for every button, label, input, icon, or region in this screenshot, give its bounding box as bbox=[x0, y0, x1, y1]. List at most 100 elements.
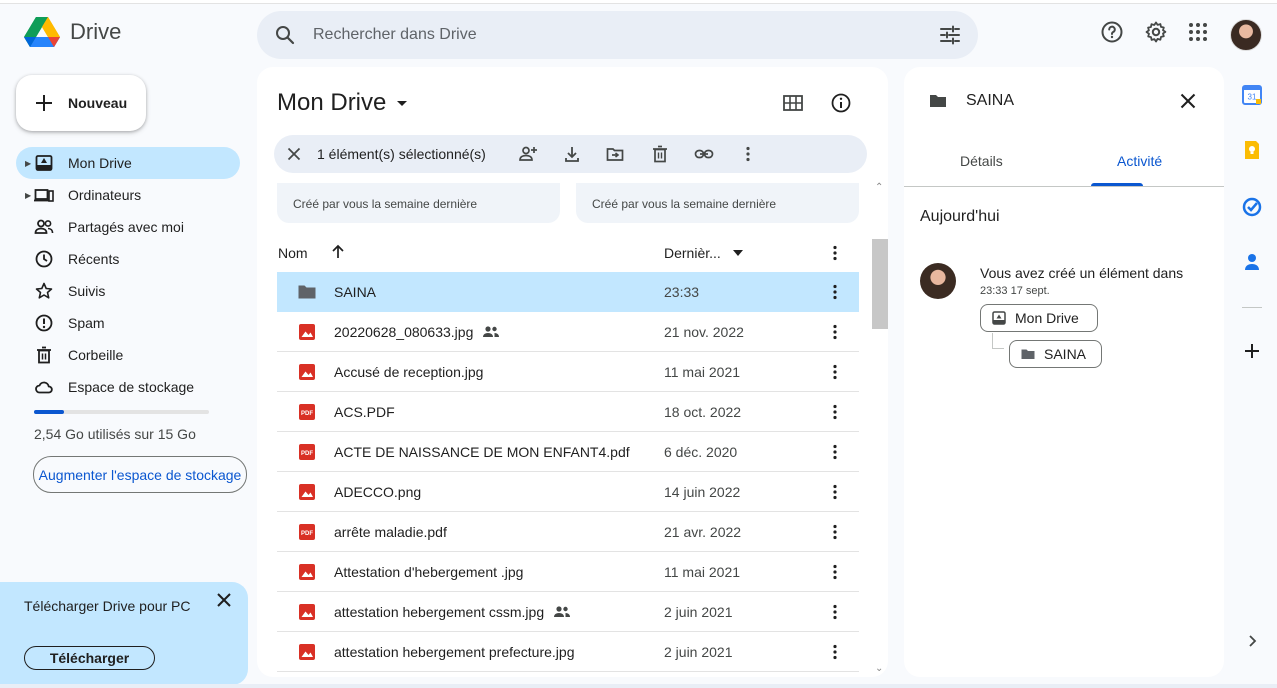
upgrade-storage-button[interactable]: Augmenter l'espace de stockage bbox=[33, 456, 247, 493]
more-options-icon[interactable] bbox=[825, 562, 845, 585]
search-bar[interactable] bbox=[257, 11, 978, 59]
sidebar-item-my-drive[interactable]: ▶ Mon Drive bbox=[16, 147, 240, 179]
table-row[interactable]: SAINA 23:33 bbox=[277, 272, 859, 312]
image-file-icon bbox=[297, 602, 317, 622]
share-add-person-icon[interactable] bbox=[518, 144, 538, 164]
scroll-up-arrow-icon[interactable]: ⌃ bbox=[875, 182, 883, 193]
close-icon[interactable] bbox=[214, 590, 234, 610]
file-modified-date: 2 juin 2021 bbox=[664, 644, 733, 660]
pdf-file-icon: PDF bbox=[297, 442, 317, 462]
filter-options-icon[interactable] bbox=[938, 23, 962, 47]
child-folder-chip[interactable]: SAINA bbox=[1009, 340, 1102, 368]
table-row[interactable]: attestation hebergement prefecture.jpg 2 … bbox=[277, 632, 859, 672]
more-options-icon[interactable] bbox=[825, 322, 845, 345]
tab-activity[interactable]: Activité bbox=[1117, 153, 1162, 169]
page-title: Mon Drive bbox=[277, 89, 387, 116]
card-caption: Créé par vous la semaine dernière bbox=[293, 197, 478, 211]
sidebar-item-recent[interactable]: Récents bbox=[16, 243, 240, 275]
expand-caret-icon[interactable]: ▶ bbox=[25, 191, 31, 200]
table-row[interactable]: 20220628_080633.jpg 21 nov. 2022 bbox=[277, 312, 859, 352]
more-options-icon[interactable] bbox=[825, 362, 845, 385]
more-options-icon[interactable] bbox=[825, 402, 845, 425]
contacts-app-icon[interactable] bbox=[1242, 252, 1262, 272]
promo-text: Télécharger Drive pour PC bbox=[24, 598, 191, 614]
dropdown-arrow-icon bbox=[397, 101, 408, 106]
close-icon[interactable] bbox=[1176, 89, 1200, 113]
google-apps-grid-icon[interactable] bbox=[1186, 20, 1210, 44]
table-row[interactable]: PDF ACS.PDF 18 oct. 2022 bbox=[277, 392, 859, 432]
info-icon[interactable] bbox=[829, 91, 853, 115]
page-title-dropdown[interactable]: Mon Drive bbox=[277, 89, 410, 117]
file-name: SAINA bbox=[334, 284, 377, 300]
copy-link-icon[interactable] bbox=[694, 144, 714, 164]
spam-alert-icon bbox=[34, 313, 54, 333]
sidebar-item-spam[interactable]: Spam bbox=[16, 307, 240, 339]
scrollbar-thumb[interactable] bbox=[872, 239, 888, 329]
help-icon[interactable] bbox=[1100, 20, 1124, 44]
more-options-icon[interactable] bbox=[825, 442, 845, 465]
sidebar-item-storage[interactable]: Espace de stockage bbox=[16, 371, 240, 403]
column-header-modified[interactable]: Dernièr... bbox=[664, 245, 721, 261]
more-options-icon[interactable] bbox=[825, 522, 845, 545]
drive-logo[interactable]: Drive bbox=[24, 16, 121, 48]
calendar-app-icon[interactable]: 31 bbox=[1242, 85, 1262, 105]
image-file-icon bbox=[297, 642, 317, 662]
file-modified-date: 11 mai 2021 bbox=[664, 364, 741, 380]
clock-icon bbox=[34, 249, 54, 269]
pdf-file-icon: PDF bbox=[297, 402, 317, 422]
sidebar-item-computers[interactable]: ▶ Ordinateurs bbox=[16, 179, 240, 211]
trash-icon[interactable] bbox=[650, 144, 670, 164]
column-header-name[interactable]: Nom bbox=[278, 245, 308, 261]
download-icon[interactable] bbox=[562, 144, 582, 164]
file-table-header: Nom Dernièr... bbox=[277, 237, 859, 269]
sort-ascending-arrow-icon[interactable] bbox=[329, 243, 347, 261]
clear-selection-icon[interactable] bbox=[284, 144, 304, 164]
settings-gear-icon[interactable] bbox=[1144, 20, 1168, 44]
table-row[interactable]: ADECCO.png 14 juin 2022 bbox=[277, 472, 859, 512]
more-options-icon[interactable] bbox=[825, 602, 845, 625]
new-button[interactable]: Nouveau bbox=[16, 75, 146, 131]
image-file-icon bbox=[297, 562, 317, 582]
scroll-down-arrow-icon[interactable]: ⌄ bbox=[875, 663, 883, 674]
file-modified-date: 23:33 bbox=[664, 284, 700, 300]
suggested-card[interactable]: Créé par vous la semaine dernière bbox=[576, 179, 859, 223]
parent-folder-chip[interactable]: Mon Drive bbox=[980, 304, 1098, 332]
search-input[interactable] bbox=[313, 11, 913, 59]
tab-details[interactable]: Détails bbox=[960, 153, 1003, 169]
file-modified-date: 14 juin 2022 bbox=[664, 484, 741, 500]
sidebar-item-starred[interactable]: Suivis bbox=[16, 275, 240, 307]
download-button[interactable]: Télécharger bbox=[24, 646, 155, 670]
tasks-app-icon[interactable] bbox=[1242, 197, 1262, 217]
details-panel: SAINA Détails Activité Aujourd'hui Vous … bbox=[904, 67, 1224, 677]
more-actions-icon[interactable] bbox=[738, 144, 758, 164]
search-icon[interactable] bbox=[273, 23, 297, 47]
dropdown-arrow-icon[interactable] bbox=[732, 249, 744, 257]
svg-text:31: 31 bbox=[1248, 93, 1257, 102]
suggested-card[interactable]: Créé par vous la semaine dernière bbox=[277, 179, 560, 223]
grid-view-icon[interactable] bbox=[781, 91, 805, 115]
table-row[interactable]: PDF arrête maladie.pdf 21 avr. 2022 bbox=[277, 512, 859, 552]
table-row[interactable]: attestation hebergement cssm.jpg 2 juin 2… bbox=[277, 592, 859, 632]
keep-app-icon[interactable] bbox=[1242, 140, 1262, 160]
storage-usage-bar bbox=[34, 410, 209, 414]
more-options-icon[interactable] bbox=[825, 482, 845, 505]
sidebar-item-trash[interactable]: Corbeille bbox=[16, 339, 240, 371]
app-name: Drive bbox=[70, 19, 122, 44]
file-list: SAINA 23:33 20220628_080633.jpg 21 nov. 202… bbox=[277, 272, 859, 672]
file-name: Attestation d'hebergement .jpg bbox=[334, 564, 524, 580]
file-name: attestation hebergement cssm.jpg bbox=[334, 604, 545, 620]
add-app-plus-icon[interactable] bbox=[1242, 341, 1262, 361]
more-options-icon[interactable] bbox=[825, 282, 845, 305]
table-row[interactable]: Accusé de reception.jpg 11 mai 2021 bbox=[277, 352, 859, 392]
table-row[interactable]: PDF ACTE DE NAISSANCE DE MON ENFANT4.pdf 6… bbox=[277, 432, 859, 472]
expand-caret-icon[interactable]: ▶ bbox=[25, 159, 31, 168]
move-to-folder-icon[interactable] bbox=[605, 144, 625, 164]
more-options-icon[interactable] bbox=[825, 243, 845, 263]
account-avatar[interactable] bbox=[1230, 19, 1262, 51]
storage-usage-text: 2,54 Go utilisés sur 15 Go bbox=[34, 426, 196, 442]
sidebar-item-shared-with-me[interactable]: Partagés avec moi bbox=[16, 211, 240, 243]
chevron-right-icon[interactable] bbox=[1242, 631, 1262, 651]
table-row[interactable]: Attestation d'hebergement .jpg 11 mai 202… bbox=[277, 552, 859, 592]
more-options-icon[interactable] bbox=[825, 642, 845, 665]
details-title: SAINA bbox=[966, 92, 1015, 109]
